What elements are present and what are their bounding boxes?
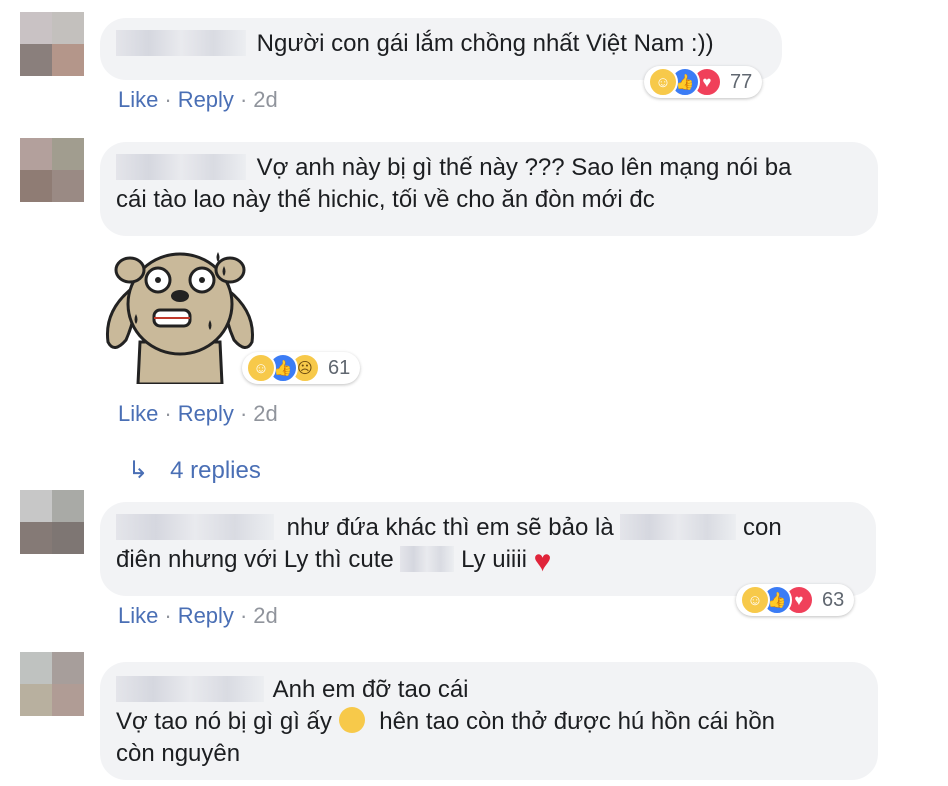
comment-bubble: như đứa khác thì em sẽ bảo là con điên n… bbox=[100, 502, 876, 596]
comment-bubble: Anh em đỡ tao cái Vợ tao nó bị gì gì ấy … bbox=[100, 662, 878, 780]
reply-link[interactable]: Reply bbox=[178, 603, 234, 628]
redacted-username[interactable] bbox=[116, 514, 274, 540]
redacted-text bbox=[620, 514, 737, 540]
heart-emoji: ♥ bbox=[533, 545, 552, 578]
redacted-username[interactable] bbox=[116, 154, 246, 180]
comment-text-line1: Vợ anh này bị gì thế này ??? Sao lên mạn… bbox=[256, 154, 792, 181]
comment-text: Người con gái lắm chồng nhất Việt Nam :)… bbox=[256, 30, 714, 57]
redacted-username[interactable] bbox=[116, 30, 246, 56]
comment-text-line2: cái tào lao này thế hichic, tối về cho ă… bbox=[116, 186, 655, 213]
comment-actions: Like · Reply · 2d bbox=[118, 401, 278, 426]
reaction-count: 77 bbox=[730, 70, 753, 93]
haha-icon: ☺ bbox=[246, 353, 276, 383]
comment-text-part1: như đứa khác thì em sẽ bảo là bbox=[286, 514, 614, 541]
comment-actions: Like · Reply · 2d bbox=[118, 603, 278, 628]
comment-actions: Like · Reply · 2d bbox=[118, 87, 278, 112]
like-link[interactable]: Like bbox=[118, 603, 158, 628]
redacted-text bbox=[400, 546, 455, 572]
avatar[interactable] bbox=[20, 490, 84, 554]
reply-link[interactable]: Reply bbox=[178, 401, 234, 426]
like-link[interactable]: Like bbox=[118, 401, 158, 426]
replies-count-label: 4 replies bbox=[170, 457, 261, 484]
comment-text-line2a: Vợ tao nó bị gì gì ấy bbox=[116, 708, 332, 735]
comment-time[interactable]: 2d bbox=[253, 87, 277, 112]
like-link[interactable]: Like bbox=[118, 87, 158, 112]
haha-icon: ☺ bbox=[648, 67, 678, 97]
comment-text-line3: còn nguyên bbox=[116, 740, 241, 767]
redacted-username[interactable] bbox=[116, 676, 264, 702]
pensive-face-emoji bbox=[338, 707, 365, 733]
comment-bubble: Vợ anh này bị gì thế này ??? Sao lên mạn… bbox=[100, 142, 878, 236]
comment-time[interactable]: 2d bbox=[253, 401, 277, 426]
reaction-summary[interactable]: ☺ 👍 ☹ 61 bbox=[242, 352, 361, 384]
comment-text-part2: con bbox=[743, 514, 782, 541]
avatar[interactable] bbox=[20, 652, 84, 716]
comment-text-line2b: Ly uiiii bbox=[461, 546, 527, 573]
avatar[interactable] bbox=[20, 12, 84, 76]
avatar[interactable] bbox=[20, 138, 84, 202]
sweating-dog-sticker bbox=[105, 252, 254, 384]
reaction-count: 61 bbox=[328, 356, 351, 379]
reply-arrow-icon: ↳ bbox=[128, 457, 149, 484]
reaction-summary[interactable]: ☺ 👍 ♥ 77 bbox=[644, 66, 763, 98]
reaction-summary[interactable]: ☺ 👍 ♥ 63 bbox=[736, 584, 855, 616]
comment-text-line2a: điên nhưng với Ly thì cute bbox=[116, 546, 394, 573]
reaction-count: 63 bbox=[822, 588, 845, 611]
comment-time[interactable]: 2d bbox=[253, 603, 277, 628]
comment-text-line2b: hên tao còn thở được hú hồn cái hồn bbox=[379, 708, 776, 735]
view-replies-link[interactable]: ↳ 4 replies bbox=[128, 456, 261, 486]
comment-text-line1: Anh em đỡ tao cái bbox=[272, 676, 469, 703]
haha-icon: ☺ bbox=[740, 585, 770, 615]
reply-link[interactable]: Reply bbox=[178, 87, 234, 112]
